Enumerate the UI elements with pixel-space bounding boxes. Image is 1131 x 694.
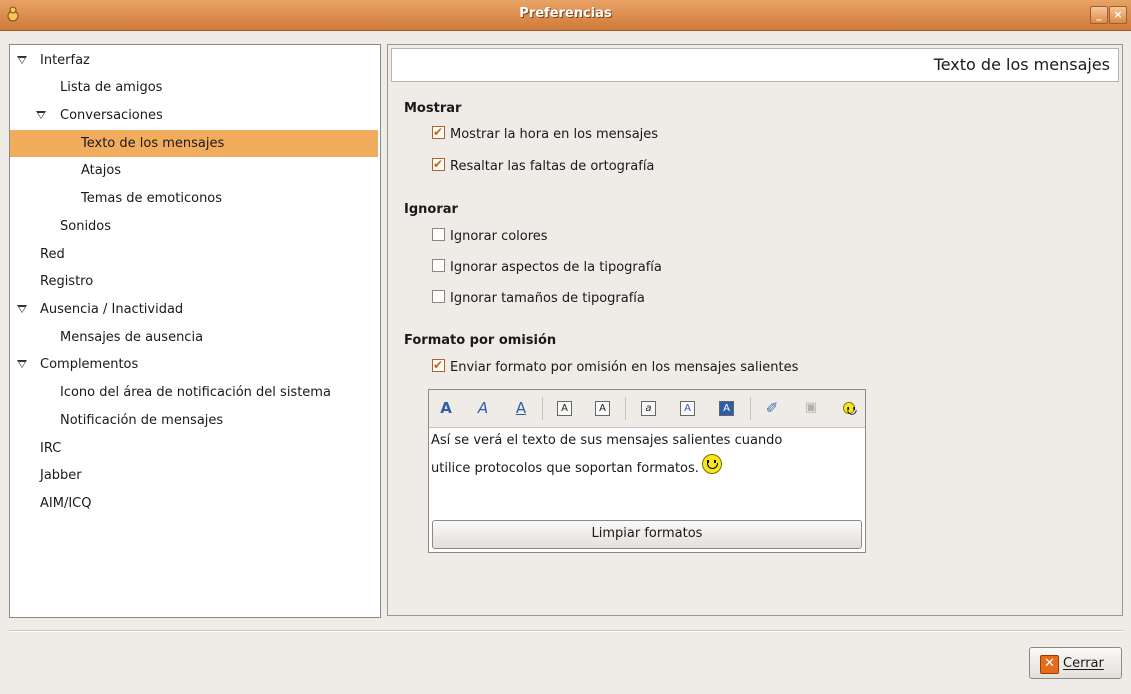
tree-item-interfaz[interactable]: Interfaz [10, 47, 378, 74]
tree-item-conversaciones[interactable]: Conversaciones [10, 102, 378, 129]
tree-item-notificacion-de-mensajes[interactable]: Notificación de mensajes [10, 407, 378, 434]
panel-header: Texto de los mensajes [391, 48, 1119, 82]
tree-item-complementos[interactable]: Complementos [10, 351, 378, 378]
preview-line-2: utilice protocolos que soportan formatos… [431, 461, 699, 476]
checkbox-checked-icon[interactable] [432, 155, 445, 173]
checkbox-label: Ignorar colores [450, 229, 548, 244]
tree-item-jabber[interactable]: Jabber [10, 462, 378, 489]
font-face-icon[interactable]: a [641, 401, 656, 416]
format-preview-text: Así se verá el texto de sus mensajes sal… [431, 428, 861, 482]
category-tree[interactable]: Interfaz Lista de amigos Conversaciones … [9, 44, 381, 618]
tree-item-icono-area-notificacion[interactable]: Icono del área de notificación del siste… [10, 379, 378, 406]
tree-item-registro[interactable]: Registro [10, 268, 378, 295]
expander-arrow-icon[interactable] [36, 111, 46, 119]
tree-item-lista-de-amigos[interactable]: Lista de amigos [10, 74, 378, 101]
close-window-button[interactable]: × [1109, 6, 1127, 24]
tree-item-label: Texto de los mensajes [81, 136, 225, 151]
smiley-icon [701, 454, 722, 474]
tree-item-sonidos[interactable]: Sonidos [10, 213, 378, 240]
section-heading-mostrar: Mostrar [404, 101, 462, 116]
link-icon[interactable]: ✐ [763, 399, 781, 417]
toolbar-separator [542, 397, 543, 420]
checkbox-label: Ignorar tamaños de tipografía [450, 291, 645, 306]
tree-item-label: Sonidos [60, 219, 112, 234]
tree-item-label: Temas de emoticonos [81, 191, 223, 206]
preview-line-1: Así se verá el texto de sus mensajes sal… [431, 433, 783, 448]
checkbox-checked-icon[interactable] [432, 356, 445, 374]
tree-item-label: Conversaciones [60, 108, 163, 123]
insert-image-icon[interactable]: ▣ [802, 399, 820, 417]
close-button-label: Cerrar [1063, 656, 1104, 671]
italic-icon[interactable]: A [474, 399, 492, 417]
foreground-color-icon[interactable]: A [680, 401, 695, 416]
ignore-font-sizes-checkbox[interactable]: Ignorar tamaños de tipografía [432, 290, 645, 308]
toolbar-separator [625, 397, 626, 420]
tree-item-label: Mensajes de ausencia [60, 330, 204, 345]
ignore-font-aspects-checkbox[interactable]: Ignorar aspectos de la tipografía [432, 259, 662, 277]
checkbox-label: Resaltar las faltas de ortografía [450, 159, 655, 174]
format-preview-box: A A A A A a A A ✐ ▣ Así se verá el texto… [428, 389, 866, 553]
checkbox-unchecked-icon[interactable] [432, 290, 445, 303]
checkbox-label: Ignorar aspectos de la tipografía [450, 260, 662, 275]
tree-item-mensajes-de-ausencia[interactable]: Mensajes de ausencia [10, 324, 378, 351]
checkbox-label: Enviar formato por omisión en los mensaj… [450, 360, 799, 375]
close-icon: ✕ [1040, 655, 1059, 674]
expander-arrow-icon[interactable] [17, 305, 27, 313]
footer-separator [9, 630, 1123, 632]
checkbox-unchecked-icon[interactable] [432, 228, 445, 241]
tree-item-aim-icq[interactable]: AIM/ICQ [10, 490, 378, 517]
tree-item-ausencia[interactable]: Ausencia / Inactividad [10, 296, 378, 323]
smiley-icon[interactable] [840, 399, 858, 417]
tree-item-label: Registro [40, 274, 94, 289]
show-time-checkbox[interactable]: Mostrar la hora en los mensajes [432, 123, 659, 144]
grow-font-icon[interactable]: A [557, 401, 572, 416]
bold-icon[interactable]: A [437, 399, 455, 417]
title-bar[interactable]: Preferencias _ × [0, 0, 1131, 31]
tree-item-texto-de-los-mensajes[interactable]: Texto de los mensajes [10, 130, 378, 157]
ignore-colors-checkbox[interactable]: Ignorar colores [432, 228, 548, 246]
tree-item-label: Lista de amigos [60, 80, 163, 95]
tree-item-label: Red [40, 247, 65, 262]
tree-item-label: Icono del área de notificación del siste… [60, 385, 331, 400]
send-default-format-checkbox[interactable]: Enviar formato por omisión en los mensaj… [432, 356, 799, 377]
toolbar-separator [750, 397, 751, 420]
tree-item-label: Notificación de mensajes [60, 413, 224, 428]
panel-title: Texto de los mensajes [933, 55, 1110, 74]
expander-arrow-icon[interactable] [17, 360, 27, 368]
section-heading-formato: Formato por omisión [404, 333, 557, 348]
checkbox-checked-icon[interactable] [432, 123, 445, 141]
checkbox-label: Mostrar la hora en los mensajes [450, 127, 659, 142]
close-button[interactable]: ✕ Cerrar [1029, 647, 1122, 679]
tree-item-label: Complementos [40, 357, 139, 372]
tree-item-label: Interfaz [40, 53, 90, 68]
tree-item-label: Jabber [40, 468, 82, 483]
background-color-icon[interactable]: A [719, 401, 734, 416]
section-heading-ignorar: Ignorar [404, 202, 458, 217]
tree-item-label: AIM/ICQ [40, 496, 92, 511]
format-toolbar: A A A A A a A A ✐ ▣ [429, 390, 865, 428]
tree-item-atajos[interactable]: Atajos [10, 157, 378, 184]
underline-icon[interactable]: A [512, 399, 530, 417]
expander-arrow-icon[interactable] [17, 56, 27, 64]
clear-formatting-button[interactable]: Limpiar formatos [432, 520, 862, 549]
tree-item-label: IRC [40, 441, 62, 456]
tree-item-label: Ausencia / Inactividad [40, 302, 184, 317]
tree-item-irc[interactable]: IRC [10, 435, 378, 462]
settings-panel: Texto de los mensajes Mostrar Mostrar la… [387, 44, 1123, 616]
tree-item-label: Atajos [81, 163, 122, 178]
tree-item-temas-de-emoticonos[interactable]: Temas de emoticonos [10, 185, 378, 212]
spellcheck-checkbox[interactable]: Resaltar las faltas de ortografía [432, 155, 655, 176]
checkbox-unchecked-icon[interactable] [432, 259, 445, 272]
minimize-button[interactable]: _ [1090, 6, 1108, 24]
shrink-font-icon[interactable]: A [595, 401, 610, 416]
window-title: Preferencias [519, 6, 612, 21]
tree-item-red[interactable]: Red [10, 241, 378, 268]
